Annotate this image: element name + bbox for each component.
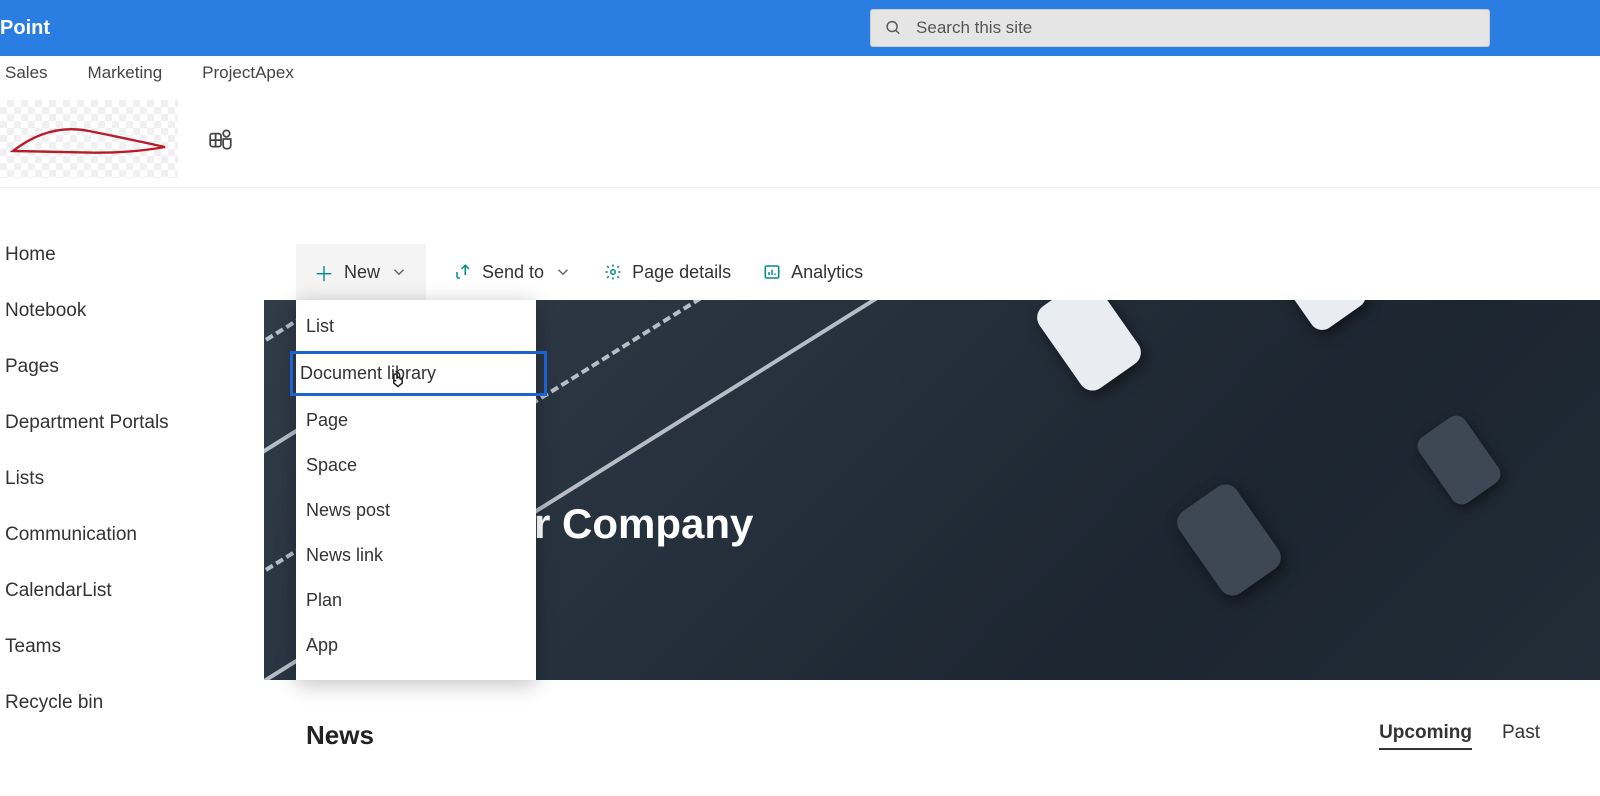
- gear-icon: [604, 263, 622, 281]
- dropdown-item-document-library[interactable]: Document library: [290, 351, 547, 396]
- search-icon: [885, 19, 902, 37]
- new-dropdown: List Document library Page Space News po…: [296, 300, 536, 680]
- nav-communication[interactable]: Communication: [5, 524, 264, 546]
- analytics-icon: [763, 263, 781, 281]
- left-nav: Home Notebook Pages Department Portals L…: [0, 244, 264, 751]
- news-tabs: Upcoming Past: [1379, 722, 1540, 750]
- dropdown-item-page[interactable]: Page: [296, 398, 536, 443]
- nav-calendarlist[interactable]: CalendarList: [5, 580, 264, 602]
- dropdown-item-app[interactable]: App: [296, 623, 536, 668]
- dropdown-item-list[interactable]: List: [296, 304, 536, 349]
- teams-icon[interactable]: [208, 126, 234, 152]
- site-header-row: [0, 90, 1600, 188]
- site-links-row: Sales Marketing ProjectApex: [0, 56, 1600, 90]
- chevron-down-icon: [390, 263, 408, 281]
- search-input[interactable]: [916, 18, 1475, 38]
- nav-teams[interactable]: Teams: [5, 636, 264, 658]
- analytics-button[interactable]: Analytics: [759, 262, 867, 283]
- search-box[interactable]: [870, 9, 1490, 47]
- site-link-marketing[interactable]: Marketing: [88, 63, 163, 83]
- app-title: arePoint: [0, 17, 70, 40]
- dropdown-item-label: Document library: [300, 363, 436, 383]
- page-details-button[interactable]: Page details: [600, 262, 735, 283]
- new-button[interactable]: ＋ New: [296, 244, 426, 300]
- dropdown-item-space[interactable]: Space: [296, 443, 536, 488]
- news-heading: News: [306, 720, 374, 751]
- search-container: [870, 9, 1490, 47]
- hero-title: r Company: [534, 500, 753, 548]
- nav-recycle-bin[interactable]: Recycle bin: [5, 692, 264, 714]
- site-link-projectapex[interactable]: ProjectApex: [202, 63, 294, 83]
- send-to-button[interactable]: Send to: [450, 262, 576, 283]
- dropdown-item-news-link[interactable]: News link: [296, 533, 536, 578]
- app-topbar: arePoint: [0, 0, 1600, 56]
- tab-past[interactable]: Past: [1502, 722, 1540, 750]
- tab-upcoming[interactable]: Upcoming: [1379, 722, 1472, 750]
- analytics-label: Analytics: [791, 262, 863, 283]
- nav-notebook[interactable]: Notebook: [5, 300, 264, 322]
- nav-pages[interactable]: Pages: [5, 356, 264, 378]
- dropdown-item-plan[interactable]: Plan: [296, 578, 536, 623]
- nav-lists[interactable]: Lists: [5, 468, 264, 490]
- news-row: News Upcoming Past: [264, 720, 1600, 751]
- nav-department-portals[interactable]: Department Portals: [5, 412, 264, 434]
- site-link-sales[interactable]: Sales: [5, 63, 48, 83]
- share-icon: [454, 263, 472, 281]
- cursor-icon: [388, 368, 408, 390]
- nav-home[interactable]: Home: [5, 244, 264, 266]
- site-logo[interactable]: [0, 100, 178, 178]
- main-area: Home Notebook Pages Department Portals L…: [0, 244, 1600, 751]
- chevron-down-icon: [554, 263, 572, 281]
- send-to-label: Send to: [482, 262, 544, 283]
- command-bar: ＋ New Send to Page details Analytics: [264, 244, 1600, 300]
- content-area: ＋ New Send to Page details Analytics Lis…: [264, 244, 1600, 751]
- dropdown-item-news-post[interactable]: News post: [296, 488, 536, 533]
- new-label: New: [344, 262, 380, 283]
- plus-icon: ＋: [314, 258, 334, 287]
- page-details-label: Page details: [632, 262, 731, 283]
